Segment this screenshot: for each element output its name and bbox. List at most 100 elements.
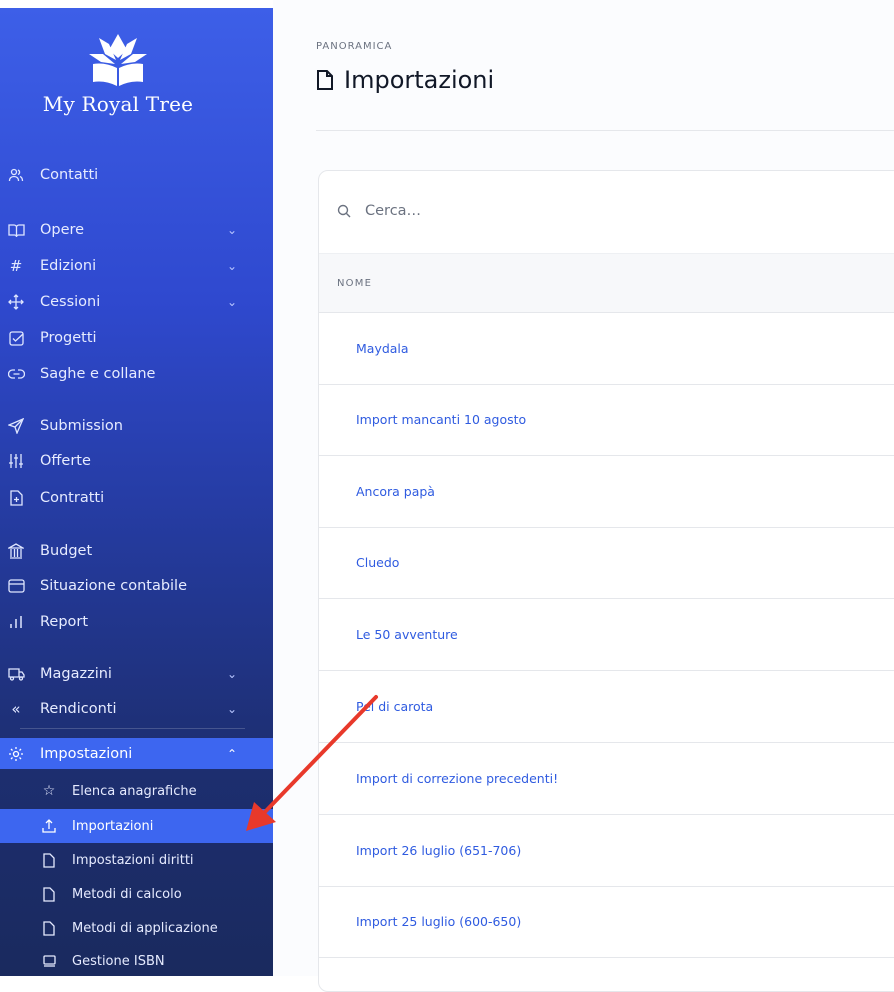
checkbox-icon xyxy=(6,329,26,347)
file-icon xyxy=(316,69,334,91)
breadcrumb: PANORAMICA xyxy=(316,41,393,52)
double-chevron-left-icon: « xyxy=(11,700,21,718)
sidebar-subitem-label: Impostazioni diritti xyxy=(72,852,194,868)
import-link[interactable]: Import 26 luglio (651-706) xyxy=(356,843,521,858)
sidebar-item-contratti[interactable]: Contratti xyxy=(0,483,245,513)
sidebar-item-offerte[interactable]: Offerte xyxy=(0,446,245,476)
title-divider xyxy=(316,130,894,131)
table-row[interactable]: Import 26 luglio (651-706) xyxy=(319,814,894,887)
chevron-down-icon: ⌄ xyxy=(226,295,237,309)
sidebar-item-report[interactable]: Report xyxy=(0,607,245,637)
page-title-text: Importazioni xyxy=(344,66,495,94)
bank-icon xyxy=(6,542,26,560)
sidebar-divider xyxy=(20,728,245,729)
sidebar-item-situazione-contabile[interactable]: Situazione contabile xyxy=(0,571,245,601)
table-row[interactable]: Maydala xyxy=(319,312,894,385)
sidebar-item-label: Rendiconti xyxy=(40,701,117,717)
move-icon xyxy=(6,293,26,311)
credit-card-icon xyxy=(6,577,26,595)
table-row[interactable]: Import mancanti 10 agosto xyxy=(319,383,894,456)
sidebar: My Royal Tree Contatti Opere ⌄ # Edizion… xyxy=(0,8,273,976)
sidebar-subitem-label: Metodi di calcolo xyxy=(72,886,182,902)
sidebar-item-label: Offerte xyxy=(40,453,91,469)
table-row[interactable]: Import di correzione precedenti! xyxy=(319,742,894,815)
sidebar-item-label: Submission xyxy=(40,418,123,434)
sidebar-subitem-metodi-applicazione[interactable]: Metodi di applicazione xyxy=(0,911,273,945)
sidebar-subitem-label: Gestione ISBN xyxy=(72,953,165,969)
gear-icon xyxy=(6,745,26,763)
sidebar-item-label: Situazione contabile xyxy=(40,578,188,594)
sidebar-item-label: Cessioni xyxy=(40,294,101,310)
imports-table-card: NOME Maydala Import mancanti 10 agosto A… xyxy=(318,170,894,992)
sidebar-item-label: Edizioni xyxy=(40,258,97,274)
import-link[interactable]: Le 50 avventure xyxy=(356,627,458,642)
main-content: PANORAMICA Importazioni NOME Maydala Imp… xyxy=(273,0,894,992)
brand-name: My Royal Tree xyxy=(42,92,194,116)
truck-icon xyxy=(6,665,26,683)
sidebar-item-label: Progetti xyxy=(40,330,97,346)
sidebar-subitem-importazioni[interactable]: Importazioni xyxy=(0,809,273,843)
sidebar-item-label: Opere xyxy=(40,222,85,238)
sidebar-item-rendiconti[interactable]: « Rendiconti ⌄ xyxy=(0,694,245,724)
sidebar-item-label: Report xyxy=(40,614,89,630)
sidebar-item-impostazioni[interactable]: Impostazioni ⌃ xyxy=(0,738,273,769)
sidebar-subitem-label: Metodi di applicazione xyxy=(72,920,218,936)
brand-logo[interactable]: My Royal Tree xyxy=(0,28,236,116)
search-bar xyxy=(319,171,894,251)
document-plus-icon xyxy=(6,489,26,507)
sidebar-subitem-gestione-isbn[interactable]: Gestione ISBN xyxy=(0,944,273,976)
sidebar-item-opere[interactable]: Opere ⌄ xyxy=(0,215,245,245)
table-row[interactable]: Import 25 luglio (600-650) xyxy=(319,885,894,958)
sidebar-subitem-label: Elenca anagrafiche xyxy=(72,783,197,799)
sidebar-item-magazzini[interactable]: Magazzini ⌄ xyxy=(0,659,245,689)
link-icon xyxy=(6,365,26,383)
sidebar-item-label: Saghe e collane xyxy=(40,366,156,382)
sidebar-item-cessioni[interactable]: Cessioni ⌄ xyxy=(0,287,245,317)
contacts-icon xyxy=(6,166,26,184)
sidebar-item-label: Contratti xyxy=(40,490,105,506)
sidebar-item-budget[interactable]: Budget xyxy=(0,536,245,566)
import-link[interactable]: Pel di carota xyxy=(356,699,433,714)
file-icon xyxy=(40,920,58,936)
star-icon: ☆ xyxy=(42,783,56,799)
sidebar-item-saghe[interactable]: Saghe e collane xyxy=(0,359,245,389)
sidebar-item-label: Impostazioni xyxy=(40,745,133,762)
square-icon xyxy=(40,955,58,967)
import-link[interactable]: Import di correzione precedenti! xyxy=(356,771,558,786)
sidebar-item-submission[interactable]: Submission xyxy=(0,411,245,441)
import-link[interactable]: Ancora papà xyxy=(356,484,435,499)
table-row[interactable]: Ancora papà xyxy=(319,455,894,528)
search-icon xyxy=(337,204,351,218)
import-link[interactable]: Maydala xyxy=(356,341,409,356)
table-header: NOME xyxy=(319,253,894,313)
chevron-down-icon: ⌄ xyxy=(226,667,237,681)
sidebar-item-label: Magazzini xyxy=(40,666,112,682)
file-icon xyxy=(40,852,58,868)
sidebar-item-label: Budget xyxy=(40,543,93,559)
sidebar-item-label: Contatti xyxy=(40,167,99,183)
sidebar-subitem-impostazioni-diritti[interactable]: Impostazioni diritti xyxy=(0,843,273,877)
chevron-down-icon: ⌄ xyxy=(226,223,237,237)
import-link[interactable]: Import mancanti 10 agosto xyxy=(356,412,526,427)
sidebar-item-contatti[interactable]: Contatti xyxy=(0,160,245,190)
upload-icon xyxy=(40,819,58,833)
table-row[interactable]: Pel di carota xyxy=(319,670,894,743)
lotus-book-logo-icon xyxy=(89,34,147,86)
chevron-up-icon: ⌃ xyxy=(226,746,237,761)
column-header-nome[interactable]: NOME xyxy=(337,278,372,289)
table-row[interactable]: Le 50 avventure xyxy=(319,598,894,671)
sidebar-item-edizioni[interactable]: # Edizioni ⌄ xyxy=(0,251,245,281)
table-row[interactable]: Cluedo xyxy=(319,526,894,599)
search-input[interactable] xyxy=(363,202,767,220)
sidebar-subitem-label: Importazioni xyxy=(72,818,154,834)
sidebar-subitem-elenca-anagrafiche[interactable]: ☆ Elenca anagrafiche xyxy=(0,774,273,808)
chevron-down-icon: ⌄ xyxy=(226,702,237,716)
file-icon xyxy=(40,886,58,902)
import-link[interactable]: Cluedo xyxy=(356,555,399,570)
bar-chart-icon xyxy=(6,613,26,631)
send-icon xyxy=(6,417,26,435)
sidebar-item-progetti[interactable]: Progetti xyxy=(0,323,245,353)
book-icon xyxy=(6,221,26,239)
sidebar-subitem-metodi-calcolo[interactable]: Metodi di calcolo xyxy=(0,877,273,911)
import-link[interactable]: Import 25 luglio (600-650) xyxy=(356,914,521,929)
